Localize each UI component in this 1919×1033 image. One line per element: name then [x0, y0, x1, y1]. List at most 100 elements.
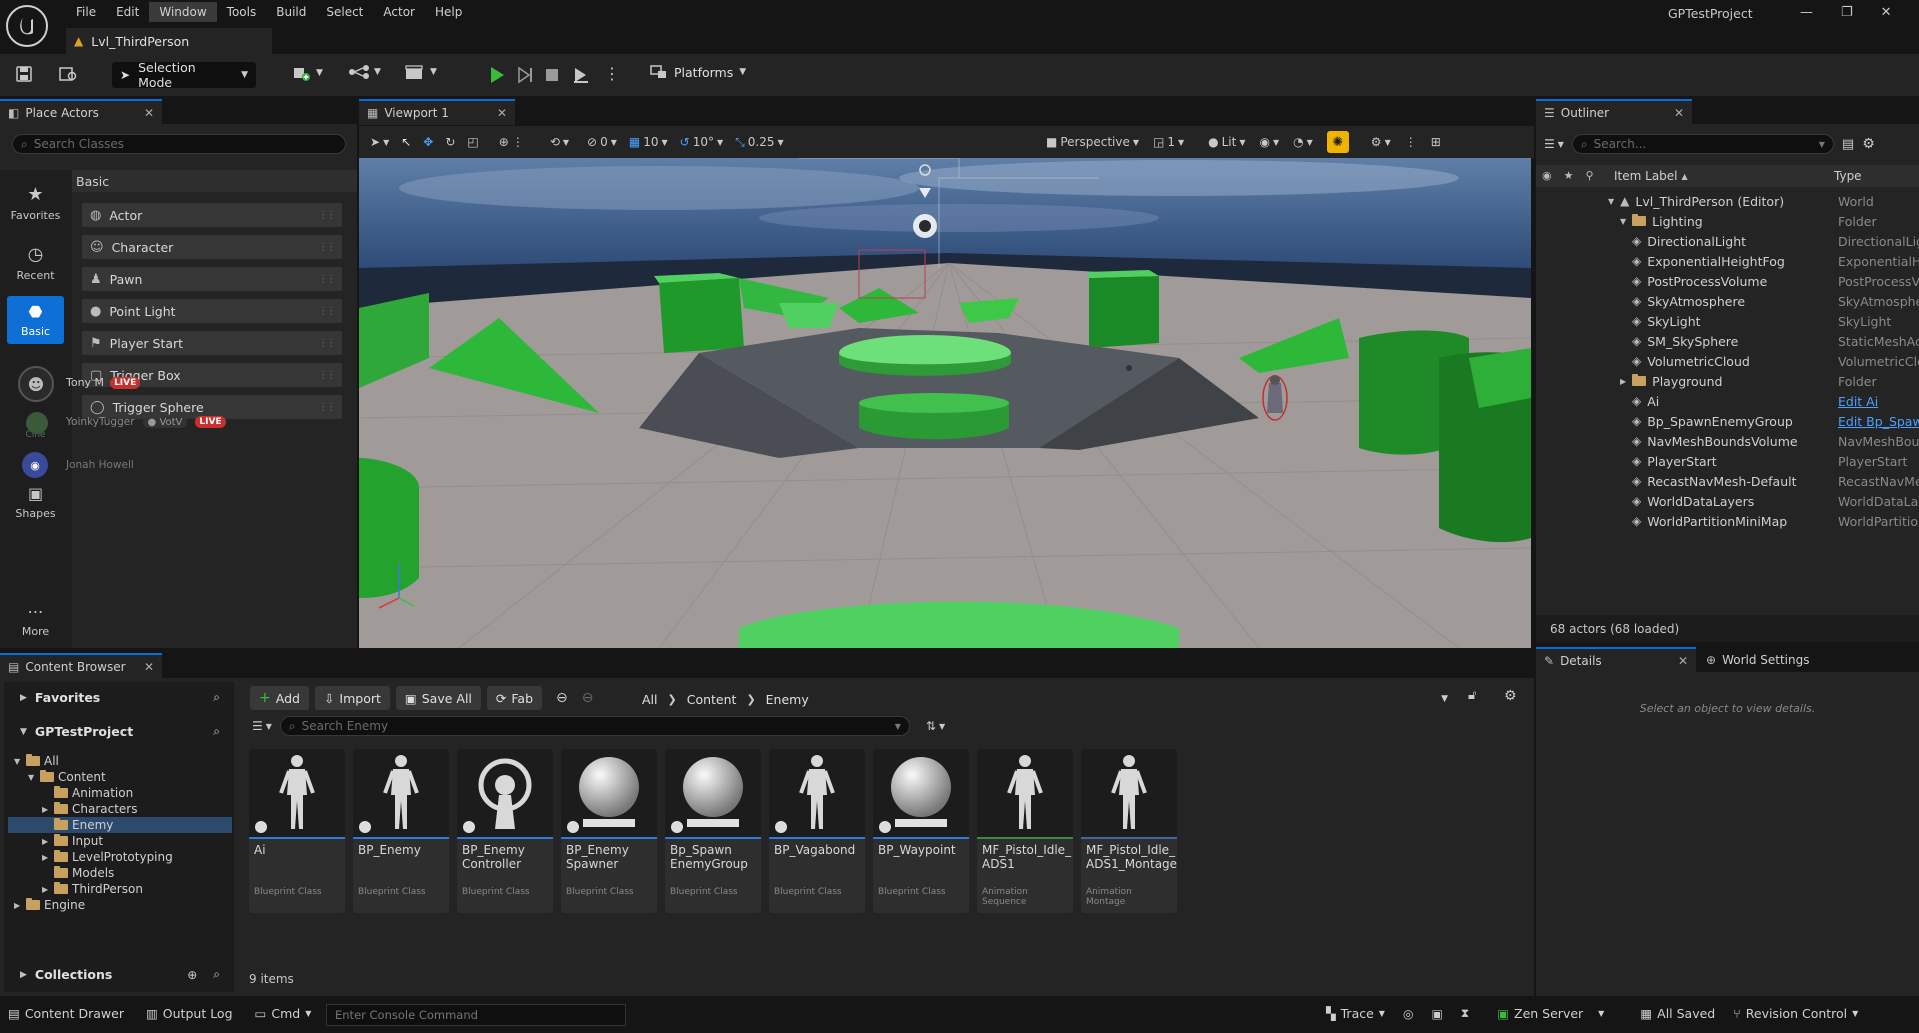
tab-details[interactable]: ✎ Details ✕ — [1536, 647, 1696, 673]
asset-tile[interactable]: Bp_Spawn EnemyGroup Blueprint Class — [665, 749, 761, 913]
add-folder-icon[interactable]: ▤ — [1842, 137, 1854, 152]
stop-icon[interactable] — [544, 67, 560, 86]
asset-tile[interactable]: BP_Waypoint Blueprint Class — [873, 749, 969, 913]
import-button[interactable]: ⇩ Import — [314, 686, 390, 710]
browse-icon[interactable] — [58, 64, 80, 84]
trace-dropdown[interactable]: ▚ Trace ▼ — [1326, 1006, 1385, 1021]
lock-icon[interactable]: 🔓︎ — [1468, 688, 1476, 703]
revision-control-dropdown[interactable]: ⑂ Revision Control ▼ — [1733, 1006, 1858, 1021]
layout-button[interactable]: ⊞ — [1431, 135, 1441, 149]
category-recent[interactable]: ◷ Recent — [7, 244, 64, 282]
outliner-row[interactable]: ◈ Bp_SpawnEnemyGroup Edit Bp_Spaw — [1538, 411, 1919, 431]
fab-button[interactable]: ⟳ Fab — [486, 686, 543, 710]
outliner-row-type[interactable]: Edit Ai — [1838, 394, 1919, 409]
menu-edit[interactable]: Edit — [106, 2, 149, 22]
rotate-tool-button[interactable]: ↻ — [445, 135, 455, 149]
avatar-yoinky[interactable] — [26, 412, 48, 434]
outliner-row[interactable]: ◈ SkyAtmosphere SkyAtmosphe — [1538, 291, 1919, 311]
asset-tile[interactable]: Ai Blueprint Class — [249, 749, 345, 913]
content-search-input[interactable] — [301, 719, 889, 733]
play-options-icon[interactable]: ⋮ — [604, 64, 620, 84]
back-icon[interactable]: ⊖ — [556, 690, 568, 706]
outliner-row[interactable]: ◈ PostProcessVolume PostProcessV — [1538, 271, 1919, 291]
favorites-section[interactable]: ▶ Favorites ⌕ — [20, 690, 220, 705]
menu-help[interactable]: Help — [425, 2, 472, 22]
asset-tile[interactable]: BP_Vagabond Blueprint Class — [769, 749, 865, 913]
asset-tile[interactable]: MF_Pistol_Idle_ ADS1_Montage Animation Mo… — [1081, 749, 1177, 913]
column-type[interactable]: Type — [1834, 169, 1862, 183]
grid-snap-button[interactable]: ▦ 10 ▼ — [629, 135, 668, 149]
tab-viewport-1[interactable]: ▦ Viewport 1 ✕ — [359, 99, 515, 125]
tab-content-browser[interactable]: ▤ Content Browser ✕ — [0, 653, 162, 679]
minimize-icon[interactable]: — — [1800, 5, 1813, 20]
play-icon[interactable] — [488, 66, 506, 87]
viewport-options-button[interactable]: ➤ ▼ — [370, 135, 389, 149]
breadcrumb-content[interactable]: Content — [687, 692, 737, 707]
chevron-right-icon[interactable]: ▶ — [1620, 377, 1626, 386]
asset-tile[interactable]: BP_Enemy Spawner Blueprint Class — [561, 749, 657, 913]
actor-item-character[interactable]: ☺ Character ⋮⋮ — [82, 235, 342, 259]
world-local-button[interactable]: ⊕ ⋮ — [499, 135, 524, 149]
column-item-label[interactable]: Item Label ▲ — [1614, 169, 1688, 183]
avatar-tony[interactable]: ☻ — [18, 366, 54, 402]
outliner-row-type[interactable]: Edit Bp_Spaw — [1838, 414, 1919, 429]
platforms-dropdown[interactable]: Platforms ▼ — [650, 64, 746, 80]
outliner-row[interactable]: ◈ Ai Edit Ai — [1538, 391, 1919, 411]
folder-tree-levelprototyping[interactable]: ▶ LevelPrototyping — [8, 849, 232, 865]
folder-tree-input[interactable]: ▶ Input — [8, 833, 232, 849]
pin-icon[interactable]: ⚲ — [1585, 169, 1593, 182]
tab-outliner[interactable]: ☰ Outliner ✕ — [1536, 99, 1692, 125]
asset-tile[interactable]: BP_Enemy Controller Blueprint Class — [457, 749, 553, 913]
surface-snap-button[interactable]: ⟲ ▼ — [550, 135, 569, 149]
blueprints-button[interactable]: ▼ — [348, 64, 381, 80]
folder-tree-all[interactable]: ▼ All — [8, 753, 232, 769]
menu-build[interactable]: Build — [266, 2, 316, 22]
content-filter-button[interactable]: ☰ ▼ — [252, 719, 272, 733]
chevron-right-icon[interactable]: ▶ — [42, 885, 50, 894]
add-button[interactable]: + Add — [250, 686, 309, 710]
folder-tree-engine[interactable]: ▶ Engine — [8, 897, 232, 913]
rotation-snap-button[interactable]: ↺ 10° ▼ — [680, 135, 724, 149]
breadcrumb-enemy[interactable]: Enemy — [766, 692, 809, 707]
outliner-row[interactable]: ◈ VolumetricCloud VolumetricClo — [1538, 351, 1919, 371]
chevron-down-icon[interactable]: ▼ — [1608, 197, 1614, 206]
scale-tool-button[interactable]: ◰ — [467, 135, 478, 149]
menu-file[interactable]: File — [66, 2, 106, 22]
folder-tree-thirdperson[interactable]: ▶ ThirdPerson — [8, 881, 232, 897]
menu-actor[interactable]: Actor — [373, 2, 425, 22]
chevron-down-icon[interactable]: ▼ — [1620, 217, 1626, 226]
sort-button[interactable]: ⇅ ▼ — [926, 719, 945, 733]
place-actors-search-input[interactable] — [33, 137, 337, 151]
eye-icon[interactable]: ◉ — [1542, 169, 1552, 182]
add-content-button[interactable]: ▼ — [292, 64, 323, 82]
viewport-settings-dropdown[interactable]: ⚙ ▼ — [1371, 135, 1391, 149]
outliner-search-input[interactable] — [1593, 137, 1813, 151]
actor-item-actor[interactable]: ◍ Actor ⋮⋮ — [82, 203, 342, 227]
chevron-right-icon[interactable]: ▶ — [42, 805, 50, 814]
translate-tool-button[interactable]: ✥ — [423, 135, 433, 149]
avatar-jonah[interactable]: ◉ — [22, 452, 48, 478]
eject-icon[interactable] — [572, 66, 590, 87]
search-icon[interactable]: ⌕ — [213, 724, 220, 739]
content-drawer-button[interactable]: ▤ Content Drawer — [8, 1006, 124, 1021]
console-input-box[interactable] — [326, 1004, 626, 1026]
folder-tree-enemy[interactable]: Enemy — [8, 817, 232, 833]
collections-section[interactable]: ▶ Collections ⊕ ⌕ — [20, 967, 220, 982]
outliner-row[interactable]: ◈ ExponentialHeightFog ExponentialHe — [1538, 251, 1919, 271]
record-icon[interactable]: ◎ — [1403, 1007, 1413, 1021]
outliner-search[interactable]: ⌕ ▼ — [1571, 134, 1834, 154]
add-collection-icon[interactable]: ⊕ — [187, 968, 197, 982]
close-icon[interactable]: ✕ — [1674, 106, 1684, 120]
forward-icon[interactable]: ⊖ — [582, 690, 594, 706]
outliner-row[interactable]: ◈ NavMeshBoundsVolume NavMeshBour — [1538, 431, 1919, 451]
selection-mode-dropdown[interactable]: ➤ Selection Mode ▼ — [112, 60, 256, 90]
close-icon[interactable]: ✕ — [144, 660, 154, 674]
outliner-row[interactable]: ▼ Lighting Folder — [1538, 211, 1919, 231]
chevron-right-icon[interactable]: ▶ — [14, 901, 22, 910]
category-more[interactable]: ⋯ More — [7, 602, 64, 638]
folder-tree-characters[interactable]: ▶ Characters — [8, 801, 232, 817]
realtime-icon[interactable]: ✺ — [1326, 131, 1349, 153]
outliner-row[interactable]: ◈ WorldPartitionMiniMap WorldPartition — [1538, 511, 1919, 531]
outliner-row[interactable]: ◈ SM_SkySphere StaticMeshAc — [1538, 331, 1919, 351]
outliner-filter-button[interactable]: ☰ ▼ — [1544, 137, 1564, 151]
